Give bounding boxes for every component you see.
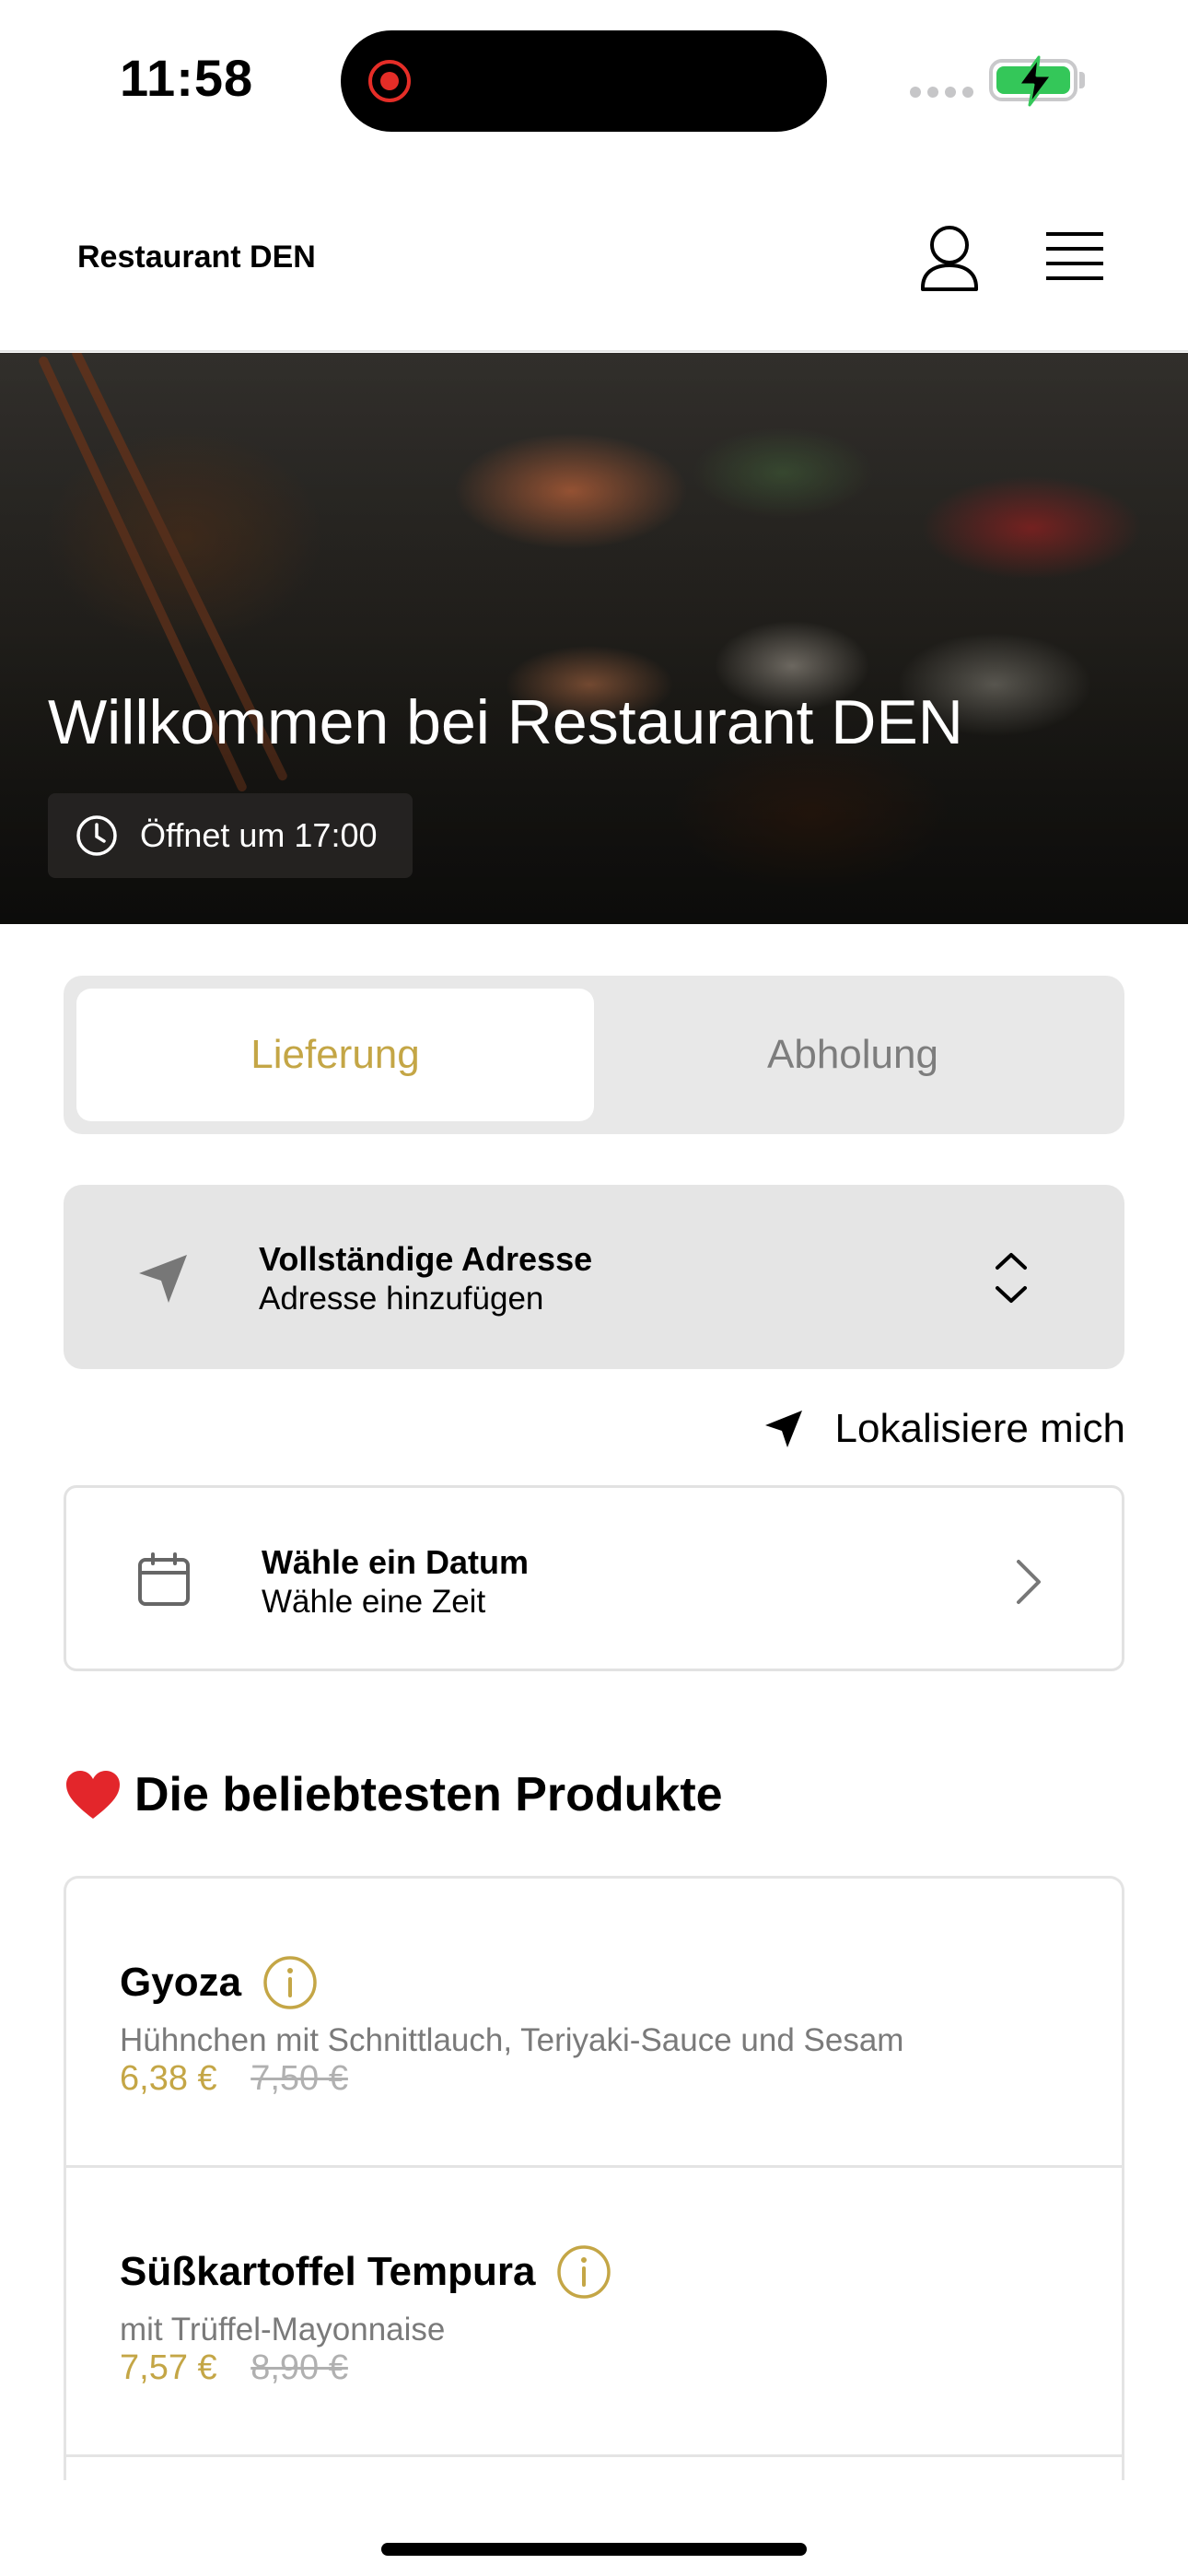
recording-icon xyxy=(368,60,411,102)
heart-icon xyxy=(66,1771,120,1819)
clock-icon xyxy=(76,815,117,856)
address-title: Vollständige Adresse xyxy=(259,1240,593,1278)
locate-me-label: Lokalisiere mich xyxy=(834,1406,1125,1451)
home-indicator xyxy=(381,2543,807,2556)
tab-delivery[interactable]: Lieferung xyxy=(76,989,594,1121)
app-header: Restaurant DEN xyxy=(0,166,1188,352)
date-title: Wähle ein Datum xyxy=(262,1543,530,1581)
time-subtitle: Wähle eine Zeit xyxy=(262,1584,486,1620)
address-selector[interactable]: Vollständige Adresse Adresse hinzufügen xyxy=(64,1185,1124,1369)
hero-title: Willkommen bei Restaurant DEN xyxy=(48,687,963,757)
location-arrow-icon xyxy=(139,1255,187,1303)
product-prices: 6,38 € 7,50 € xyxy=(120,2059,348,2099)
product-description: Hühnchen mit Schnittlauch, Teriyaki-Sauc… xyxy=(120,2022,904,2058)
product-price: 7,57 € xyxy=(120,2348,217,2387)
status-bar: 11:58 xyxy=(0,0,1188,166)
locate-me-button[interactable]: Lokalisiere mich xyxy=(762,1402,1125,1456)
calendar-icon xyxy=(138,1552,190,1606)
product-prices: 7,57 € 8,90 € xyxy=(120,2348,348,2388)
chevron-right-icon xyxy=(1017,1560,1041,1604)
address-subtitle: Adresse hinzufügen xyxy=(259,1281,544,1317)
product-price: 6,38 € xyxy=(120,2059,217,2098)
menu-icon[interactable] xyxy=(1037,221,1112,297)
product-old-price: 7,50 € xyxy=(250,2059,348,2098)
popular-products-heading: Die beliebtesten Produkte xyxy=(64,1767,723,1822)
info-icon[interactable] xyxy=(262,1954,319,2011)
charging-bolt-icon xyxy=(1017,55,1054,107)
chevron-up-down-icon xyxy=(996,1253,1027,1303)
dynamic-island xyxy=(341,30,827,132)
product-name: Gyoza xyxy=(120,1960,242,2005)
product-name: Süßkartoffel Tempura xyxy=(120,2249,536,2294)
opening-hours-badge: Öffnet um 17:00 xyxy=(48,793,413,878)
product-card[interactable]: Gyoza Hühnchen mit Schnittlauch, Teriyak… xyxy=(66,1879,1122,2168)
product-card[interactable]: Süßkartoffel Tempura mit Trüffel-Mayonna… xyxy=(66,2168,1122,2457)
popular-products-title: Die beliebtesten Produkte xyxy=(134,1768,723,1821)
navigation-arrow-icon xyxy=(764,1411,802,1447)
date-time-selector[interactable]: Wähle ein Datum Wähle eine Zeit xyxy=(64,1485,1124,1671)
signal-icon xyxy=(910,87,973,98)
status-time: 11:58 xyxy=(120,49,254,107)
delivery-mode-switch: Lieferung Abholung xyxy=(64,976,1124,1134)
product-old-price: 8,90 € xyxy=(250,2348,348,2387)
product-name-row: Gyoza xyxy=(120,1954,319,2011)
user-icon[interactable] xyxy=(912,221,987,297)
product-name-row: Süßkartoffel Tempura xyxy=(120,2243,612,2301)
tab-pickup[interactable]: Abholung xyxy=(594,989,1112,1121)
restaurant-title: Restaurant DEN xyxy=(77,240,316,275)
opening-hours-text: Öffnet um 17:00 xyxy=(140,816,378,854)
hero-banner: Willkommen bei Restaurant DEN Öffnet um … xyxy=(0,353,1188,924)
product-list: Gyoza Hühnchen mit Schnittlauch, Teriyak… xyxy=(64,1876,1124,2480)
info-icon[interactable] xyxy=(555,2243,612,2301)
product-description: mit Trüffel-Mayonnaise xyxy=(120,2312,446,2348)
